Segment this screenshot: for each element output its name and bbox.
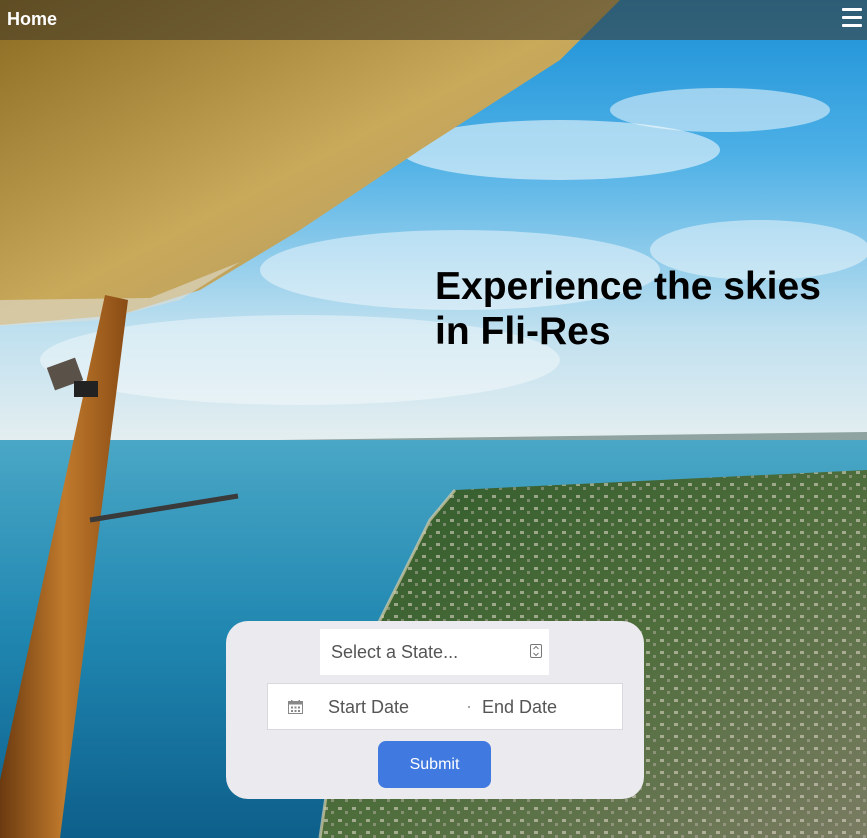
- search-form-card: Select a State... Start Date End Date Su…: [226, 621, 644, 799]
- select-dropdown-icon: [530, 644, 542, 658]
- date-range-picker[interactable]: Start Date End Date: [267, 683, 623, 730]
- top-navbar: Home: [0, 0, 867, 40]
- state-select[interactable]: Select a State...: [320, 629, 549, 675]
- end-date-input[interactable]: End Date: [482, 697, 557, 718]
- hamburger-menu-icon[interactable]: [842, 8, 862, 30]
- state-select-placeholder: Select a State...: [331, 642, 459, 662]
- hero-headline: Experience the skies in Fli-Res: [435, 265, 821, 353]
- submit-button[interactable]: Submit: [378, 741, 491, 788]
- calendar-icon: [288, 700, 303, 714]
- home-link[interactable]: Home: [7, 9, 57, 30]
- range-separator: [468, 706, 470, 708]
- start-date-input[interactable]: Start Date: [328, 697, 409, 718]
